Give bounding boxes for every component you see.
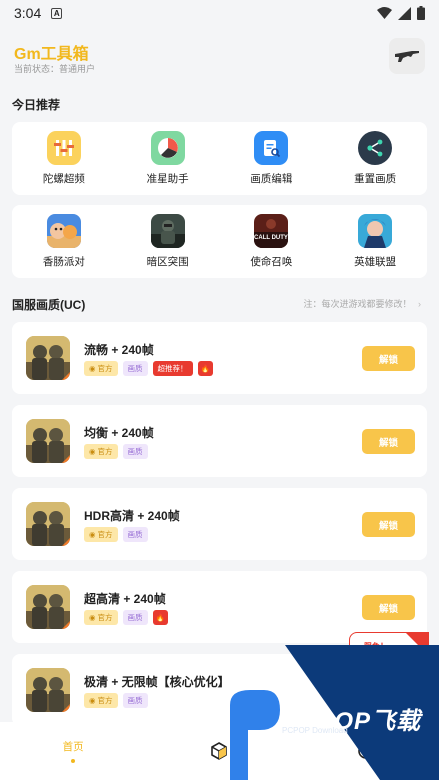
notification-a-icon: A — [51, 7, 63, 19]
app-header: Gm工具箱 当前状态：普通用户 — [0, 30, 439, 90]
nav-box[interactable] — [146, 722, 292, 780]
cn-quality-note[interactable]: 注：每次进游戏都要修改！ › — [303, 297, 421, 310]
official-icon: ◉ — [89, 447, 96, 456]
gun-menu-button[interactable] — [389, 38, 425, 74]
tool-label: 准星助手 — [146, 173, 189, 185]
share-reset-icon — [358, 131, 393, 165]
pie-chart-icon — [358, 743, 374, 759]
official-icon: ◉ — [89, 696, 96, 705]
unlock-button[interactable]: 解锁 — [362, 512, 415, 537]
preset-title: 极清 + 无限帧【核心优化】 — [84, 675, 230, 689]
cod-art-text: CALL DUTY — [254, 235, 288, 241]
note-text: 注：每次进游戏都要修改！ — [303, 299, 412, 309]
game-label: 香肠派对 — [42, 256, 85, 268]
official-icon: ◉ — [89, 613, 96, 622]
pubg-thumb-icon — [26, 419, 70, 463]
preset-tags: ◉ 官方 画质 — [84, 444, 148, 459]
unlock-button[interactable]: 解锁 — [362, 429, 415, 454]
preset-card: 流畅 + 240帧 ◉ 官方 画质 超推荐！ 🔥 解锁 — [12, 322, 427, 394]
official-icon: ◉ — [89, 364, 96, 373]
arena-breakout-icon — [150, 214, 185, 248]
document-edit-icon — [254, 131, 289, 165]
pubg-thumb-icon — [26, 585, 70, 629]
sausage-party-icon — [46, 214, 81, 248]
signal-icon — [398, 6, 411, 20]
official-tag: ◉ 官方 — [84, 361, 118, 376]
official-tag: ◉ 官方 — [84, 610, 118, 625]
wifi-icon — [377, 7, 392, 19]
pubg-thumb-icon — [26, 336, 70, 380]
tool-gyro-overclock[interactable]: 陀螺超频 — [12, 122, 116, 195]
fire-icon: 🔥 — [152, 610, 168, 625]
nav-home[interactable]: 首页 — [0, 722, 146, 780]
preset-tags: ◉ 官方 画质 — [84, 527, 148, 542]
quality-tag: 画质 — [122, 444, 148, 459]
preset-title: 流畅 + 240帧 — [84, 343, 154, 357]
preset-card: HDR高清 + 240帧 ◉ 官方 画质 解锁 — [12, 488, 427, 560]
active-dot — [71, 759, 76, 763]
call-of-duty-icon: CALL DUTY — [254, 214, 289, 248]
tools-card: 陀螺超频 准星助手 画质编辑 重置画质 — [12, 122, 427, 195]
crosshair-pie-icon — [150, 131, 185, 165]
official-tag: ◉ 官方 — [84, 444, 118, 459]
app-title: Gm工具箱 — [14, 46, 89, 63]
recommend-corner-badge — [405, 632, 429, 656]
preset-title: 超高清 + 240帧 — [84, 592, 166, 606]
preset-title: HDR高清 + 240帧 — [84, 509, 180, 523]
tool-crosshair-assist[interactable]: 准星助手 — [116, 122, 220, 195]
preset-card: 均衡 + 240帧 ◉ 官方 画质 解锁 — [12, 405, 427, 477]
game-call-of-duty[interactable]: CALL DUTY 使命召唤 — [220, 205, 324, 278]
tool-label: 画质编辑 — [250, 173, 293, 185]
games-card: 香肠派对 暗区突围 CALL DUTY 使命召唤 英雄联盟 — [12, 205, 427, 278]
rifle-icon — [395, 51, 419, 62]
watermark-sub: PCPOP Download — [282, 726, 348, 735]
cube-icon — [211, 742, 228, 760]
game-league-of-legends[interactable]: 英雄联盟 — [323, 205, 427, 278]
unlock-button[interactable]: 解锁 — [362, 595, 415, 620]
pubg-thumb-icon — [26, 502, 70, 546]
preset-tags: ◉ 官方 画质 🔥 — [84, 610, 168, 625]
nav-home-label: 首页 — [62, 741, 84, 753]
game-sausage-party[interactable]: 香肠派对 — [12, 205, 116, 278]
tool-label: 陀螺超频 — [42, 173, 85, 185]
pubg-thumb-icon — [26, 668, 70, 712]
recommended-tag: 超推荐！ — [152, 361, 193, 376]
status-bar: 3:04 A — [0, 0, 439, 26]
tool-quality-edit[interactable]: 画质编辑 — [220, 122, 324, 195]
official-icon: ◉ — [89, 530, 96, 539]
game-arena-breakout[interactable]: 暗区突围 — [116, 205, 220, 278]
preset-tags: ◉ 官方 画质 超推荐！ 🔥 — [84, 361, 213, 376]
preset-tags: ◉ 官方 画质 — [84, 693, 148, 708]
game-label: 英雄联盟 — [354, 256, 397, 268]
quality-tag: 画质 — [122, 527, 148, 542]
fire-icon: 🔥 — [197, 361, 213, 376]
quality-tag: 画质 — [122, 693, 148, 708]
league-of-legends-icon — [358, 214, 393, 248]
quality-tag: 画质 — [122, 361, 148, 376]
tool-reset-quality[interactable]: 重置画质 — [323, 122, 427, 195]
cn-quality-section-title: 国服画质(UC) — [12, 298, 86, 312]
chevron-right-icon: › — [418, 299, 421, 309]
gyro-sliders-icon — [46, 131, 81, 165]
unlock-button[interactable]: 解锁 — [362, 346, 415, 371]
preset-title: 均衡 + 240帧 — [84, 426, 154, 440]
game-label: 暗区突围 — [146, 256, 189, 268]
official-tag: ◉ 官方 — [84, 527, 118, 542]
float-label: 限免！ — [364, 642, 388, 651]
game-label: 使命召唤 — [250, 256, 293, 268]
quality-tag: 画质 — [122, 610, 148, 625]
limited-free-float-button[interactable]: 限免！ — [349, 632, 429, 662]
user-status: 当前状态：普通用户 — [14, 64, 96, 74]
tool-label: 重置画质 — [354, 173, 397, 185]
recommend-section-title: 今日推荐 — [12, 98, 61, 112]
battery-icon — [417, 6, 425, 20]
official-tag: ◉ 官方 — [84, 693, 118, 708]
status-time: 3:04 — [14, 5, 42, 21]
